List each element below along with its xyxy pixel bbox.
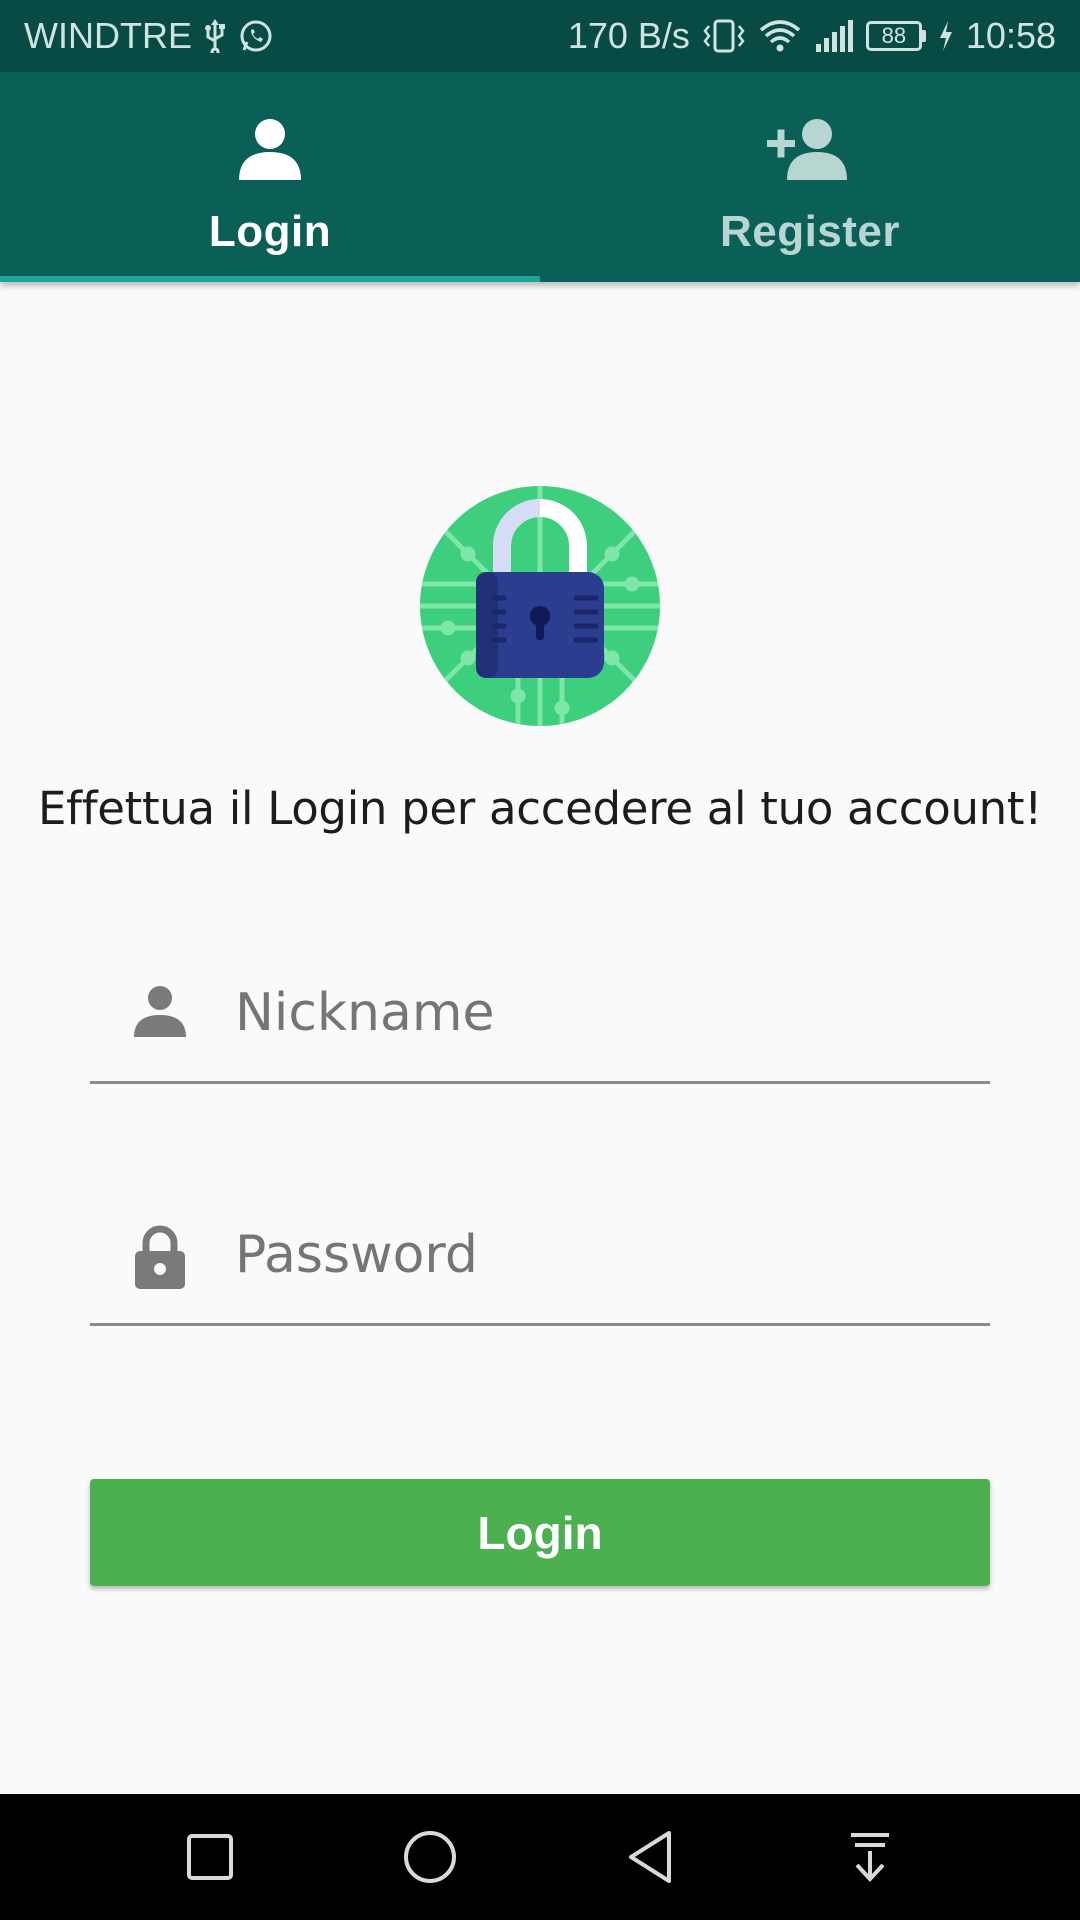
password-input[interactable] bbox=[235, 1219, 970, 1290]
vibrate-icon bbox=[702, 18, 746, 54]
tab-login[interactable]: Login bbox=[0, 72, 540, 282]
recents-square-icon[interactable] bbox=[175, 1822, 245, 1892]
tab-register[interactable]: Register bbox=[540, 72, 1080, 282]
whatsapp-icon bbox=[238, 18, 274, 54]
tab-indicator bbox=[0, 276, 540, 282]
padlock-logo-icon bbox=[420, 486, 660, 726]
person-add-icon bbox=[765, 114, 855, 189]
notifications-pull-icon[interactable] bbox=[835, 1822, 905, 1892]
back-triangle-icon[interactable] bbox=[615, 1822, 685, 1892]
nickname-field bbox=[90, 944, 990, 1084]
login-button[interactable]: Login bbox=[90, 1479, 990, 1586]
password-field bbox=[90, 1186, 990, 1326]
tab-login-label: Login bbox=[208, 207, 332, 256]
home-circle-icon[interactable] bbox=[395, 1822, 465, 1892]
signal-icon bbox=[814, 18, 854, 54]
clock: 10:58 bbox=[965, 15, 1056, 56]
battery-level: 88 bbox=[865, 21, 922, 51]
tab-bar: Login Register bbox=[0, 72, 1080, 282]
wifi-icon bbox=[758, 18, 802, 54]
person-icon bbox=[132, 983, 188, 1043]
status-bar: WINDTRE 170 B/s 88 10:58 bbox=[0, 0, 1080, 72]
network-speed: 170 B/s bbox=[567, 15, 690, 56]
battery-icon: 88 bbox=[865, 21, 926, 51]
login-prompt: Effettua il Login per accedere al tuo ac… bbox=[38, 782, 1042, 835]
carrier-name: WINDTRE bbox=[24, 15, 192, 56]
navigation-bar bbox=[0, 1794, 1080, 1920]
tab-register-label: Register bbox=[719, 207, 901, 256]
lock-icon bbox=[132, 1225, 188, 1289]
nickname-input[interactable] bbox=[235, 977, 970, 1048]
usb-icon bbox=[202, 19, 228, 53]
charging-icon bbox=[938, 21, 954, 51]
person-icon bbox=[235, 114, 305, 189]
